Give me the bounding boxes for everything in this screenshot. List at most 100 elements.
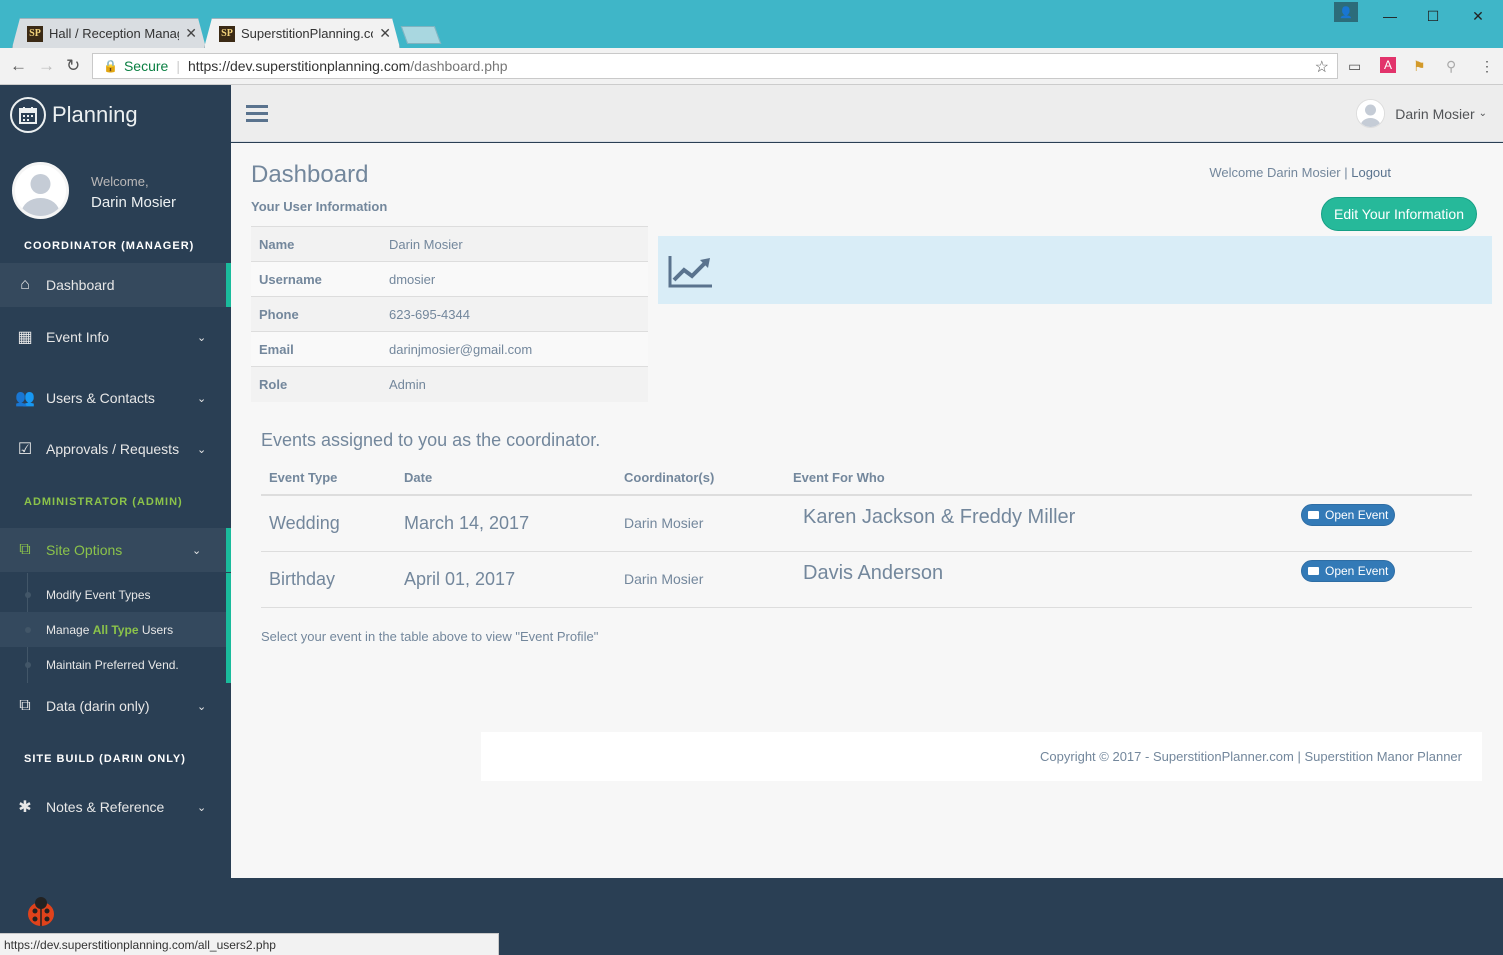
maximize-icon[interactable]: ☐ bbox=[1418, 6, 1448, 26]
table-row: Phone 623-695-4344 bbox=[251, 296, 648, 332]
reload-icon[interactable]: ↻ bbox=[66, 56, 80, 76]
folder-icon bbox=[1308, 566, 1319, 575]
events-heading: Events assigned to you as the coordinato… bbox=[261, 430, 601, 450]
folder-icon bbox=[1308, 511, 1319, 519]
sidebar-profile: Welcome, Darin Mosier bbox=[12, 162, 176, 219]
event-coordinator: Darin Mosier bbox=[616, 551, 785, 608]
event-type: Birthday bbox=[261, 551, 396, 608]
page-title: Dashboard bbox=[251, 161, 369, 188]
window-close-icon[interactable]: ✕ bbox=[1463, 6, 1493, 26]
sidebar-item-label: Users & Contacts bbox=[46, 390, 155, 406]
table-row[interactable]: Birthday April 01, 2017 Darin Mosier Dav… bbox=[261, 551, 1472, 608]
users-icon: 👥 bbox=[15, 390, 35, 407]
new-tab-button[interactable] bbox=[400, 26, 442, 44]
calendar-icon: ▦ bbox=[17, 329, 33, 346]
info-value: Admin bbox=[381, 366, 648, 402]
chevron-down-icon: ⌄ bbox=[192, 544, 202, 557]
table-row: Name Darin Mosier bbox=[251, 226, 648, 262]
chevron-down-icon: ⌄ bbox=[1478, 108, 1487, 119]
user-dropdown[interactable]: Darin Mosier ⌄ bbox=[1356, 99, 1487, 128]
submenu-label: Modify Event Types bbox=[46, 587, 151, 602]
browser-status-bar: https://dev.superstitionplanning.com/all… bbox=[0, 933, 499, 955]
submenu-manage-all-type-users[interactable]: Manage All Type Users bbox=[0, 612, 226, 647]
extension-location-icon[interactable]: ⚲ bbox=[1446, 58, 1456, 75]
secure-label: Secure bbox=[123, 58, 169, 74]
column-header: Event Type bbox=[261, 461, 396, 496]
sidebar-item-approvals[interactable]: ☑ Approvals / Requests ⌄ bbox=[0, 427, 231, 471]
chevron-down-icon: ⌄ bbox=[197, 331, 207, 344]
sidebar: Planning Welcome, Darin Mosier COORDINAT… bbox=[0, 85, 231, 955]
browser-toolbar: ← → ↻ 🔒 Secure | https://dev.superstitio… bbox=[0, 48, 1503, 85]
user-info-table: Name Darin Mosier Username dmosier Phone 62… bbox=[251, 226, 648, 402]
sidebar-item-users-contacts[interactable]: 👥 Users & Contacts ⌄ bbox=[0, 376, 231, 420]
submenu-modify-event-types[interactable]: Modify Event Types bbox=[0, 577, 226, 612]
section-admin-heading: ADMINISTRATOR (ADMIN) bbox=[24, 496, 183, 508]
sidebar-user-name: Darin Mosier bbox=[91, 194, 177, 211]
events-hint: Select your event in the table above to … bbox=[261, 629, 599, 644]
avatar bbox=[12, 162, 69, 219]
address-bar[interactable]: 🔒 Secure | https://dev.superstitionplann… bbox=[92, 53, 1338, 79]
info-value: Darin Mosier bbox=[381, 226, 648, 262]
forward-arrow-icon[interactable]: → bbox=[38, 56, 55, 76]
table-row: Email darinjmosier@gmail.com bbox=[251, 331, 648, 367]
footer-copyright: Copyright © 2017 - SuperstitionPlanner.c… bbox=[1040, 749, 1462, 764]
extension-a-icon[interactable]: A bbox=[1380, 57, 1396, 73]
tab-title: Hall / Reception Manage bbox=[49, 26, 180, 41]
sp-favicon-icon: SP bbox=[27, 26, 43, 42]
calendar-icon bbox=[10, 97, 46, 133]
edit-information-button[interactable]: Edit Your Information bbox=[1321, 197, 1477, 231]
sitemap-icon: ⧉ bbox=[19, 541, 31, 558]
status-url: https://dev.superstitionplanning.com/all… bbox=[4, 937, 276, 952]
section-coordinator-heading: COORDINATOR (MANAGER) bbox=[24, 240, 195, 252]
sidebar-item-notes[interactable]: ✱ Notes & Reference ⌄ bbox=[0, 785, 231, 829]
url-host: https://dev.superstitionplanning.com bbox=[187, 58, 411, 74]
sidebar-item-event-info[interactable]: ▦ Event Info ⌄ bbox=[0, 315, 231, 359]
brand-logo[interactable]: Planning bbox=[10, 97, 138, 133]
sidebar-item-label: Data (darin only) bbox=[46, 698, 150, 714]
tab-title: SuperstitionPlanning.com bbox=[241, 26, 371, 41]
welcome-text: Welcome Darin Mosier | bbox=[1209, 165, 1352, 180]
open-event-button[interactable]: Open Event bbox=[1301, 504, 1396, 526]
back-arrow-icon[interactable]: ← bbox=[10, 56, 27, 76]
table-row: Role Admin bbox=[251, 366, 648, 402]
browser-menu-icon[interactable]: ⋮ bbox=[1480, 58, 1494, 75]
bug-icon: ✱ bbox=[18, 799, 32, 816]
stats-banner bbox=[658, 236, 1492, 304]
close-tab-icon[interactable]: ✕ bbox=[379, 25, 391, 42]
sidebar-item-dashboard[interactable]: ⌂ Dashboard bbox=[0, 263, 231, 307]
minimize-icon[interactable]: — bbox=[1375, 6, 1405, 26]
topnav-user-name: Darin Mosier bbox=[1395, 105, 1475, 122]
table-row[interactable]: Wedding March 14, 2017 Darin Mosier Kare… bbox=[261, 495, 1472, 552]
menu-toggle-icon[interactable] bbox=[246, 105, 268, 126]
event-for-who: Karen Jackson & Freddy Miller bbox=[785, 495, 1293, 552]
avatar bbox=[1356, 99, 1386, 128]
user-info-subtitle: Your User Information bbox=[251, 199, 388, 214]
extension-pin-icon[interactable]: ⚑ bbox=[1413, 58, 1426, 75]
table-header-row: Event Type Date Coordinator(s) Event For… bbox=[261, 461, 1472, 496]
info-value: dmosier bbox=[381, 261, 648, 297]
chevron-down-icon: ⌄ bbox=[197, 801, 207, 814]
column-header: Event For Who bbox=[785, 461, 1293, 496]
table-row: Username dmosier bbox=[251, 261, 648, 297]
site-options-submenu: Modify Event Types Manage All Type Users… bbox=[0, 573, 231, 683]
submenu-preferred-vendors[interactable]: Maintain Preferred Vend. bbox=[0, 647, 226, 682]
cast-icon[interactable]: ▭ bbox=[1348, 58, 1361, 75]
event-coordinator: Darin Mosier bbox=[616, 495, 785, 552]
info-key: Email bbox=[251, 331, 381, 367]
lock-icon: 🔒 bbox=[103, 59, 118, 73]
close-tab-icon[interactable]: ✕ bbox=[185, 25, 197, 42]
bookmark-star-icon[interactable]: ☆ bbox=[1315, 57, 1329, 77]
browser-profile-icon[interactable]: 👤 bbox=[1334, 2, 1358, 22]
sidebar-item-site-options[interactable]: ⧉ Site Options ⌄ bbox=[0, 528, 231, 572]
report-bug-icon[interactable] bbox=[24, 895, 58, 929]
main-content: Dashboard Your User Information Welcome … bbox=[231, 143, 1503, 878]
open-event-button[interactable]: Open Event bbox=[1301, 559, 1396, 582]
browser-tab-superstition[interactable]: SP SuperstitionPlanning.com ✕ bbox=[204, 18, 400, 48]
submenu-label-highlight: All Type bbox=[92, 622, 139, 637]
sidebar-item-data[interactable]: ⧉ Data (darin only) ⌄ bbox=[0, 684, 231, 728]
sidebar-item-label: Notes & Reference bbox=[46, 799, 165, 815]
browser-tab-hall-reception[interactable]: SP Hall / Reception Manage ✕ bbox=[12, 18, 206, 48]
logout-link[interactable]: Logout bbox=[1351, 165, 1391, 180]
info-key: Username bbox=[251, 261, 381, 297]
info-key: Phone bbox=[251, 296, 381, 332]
